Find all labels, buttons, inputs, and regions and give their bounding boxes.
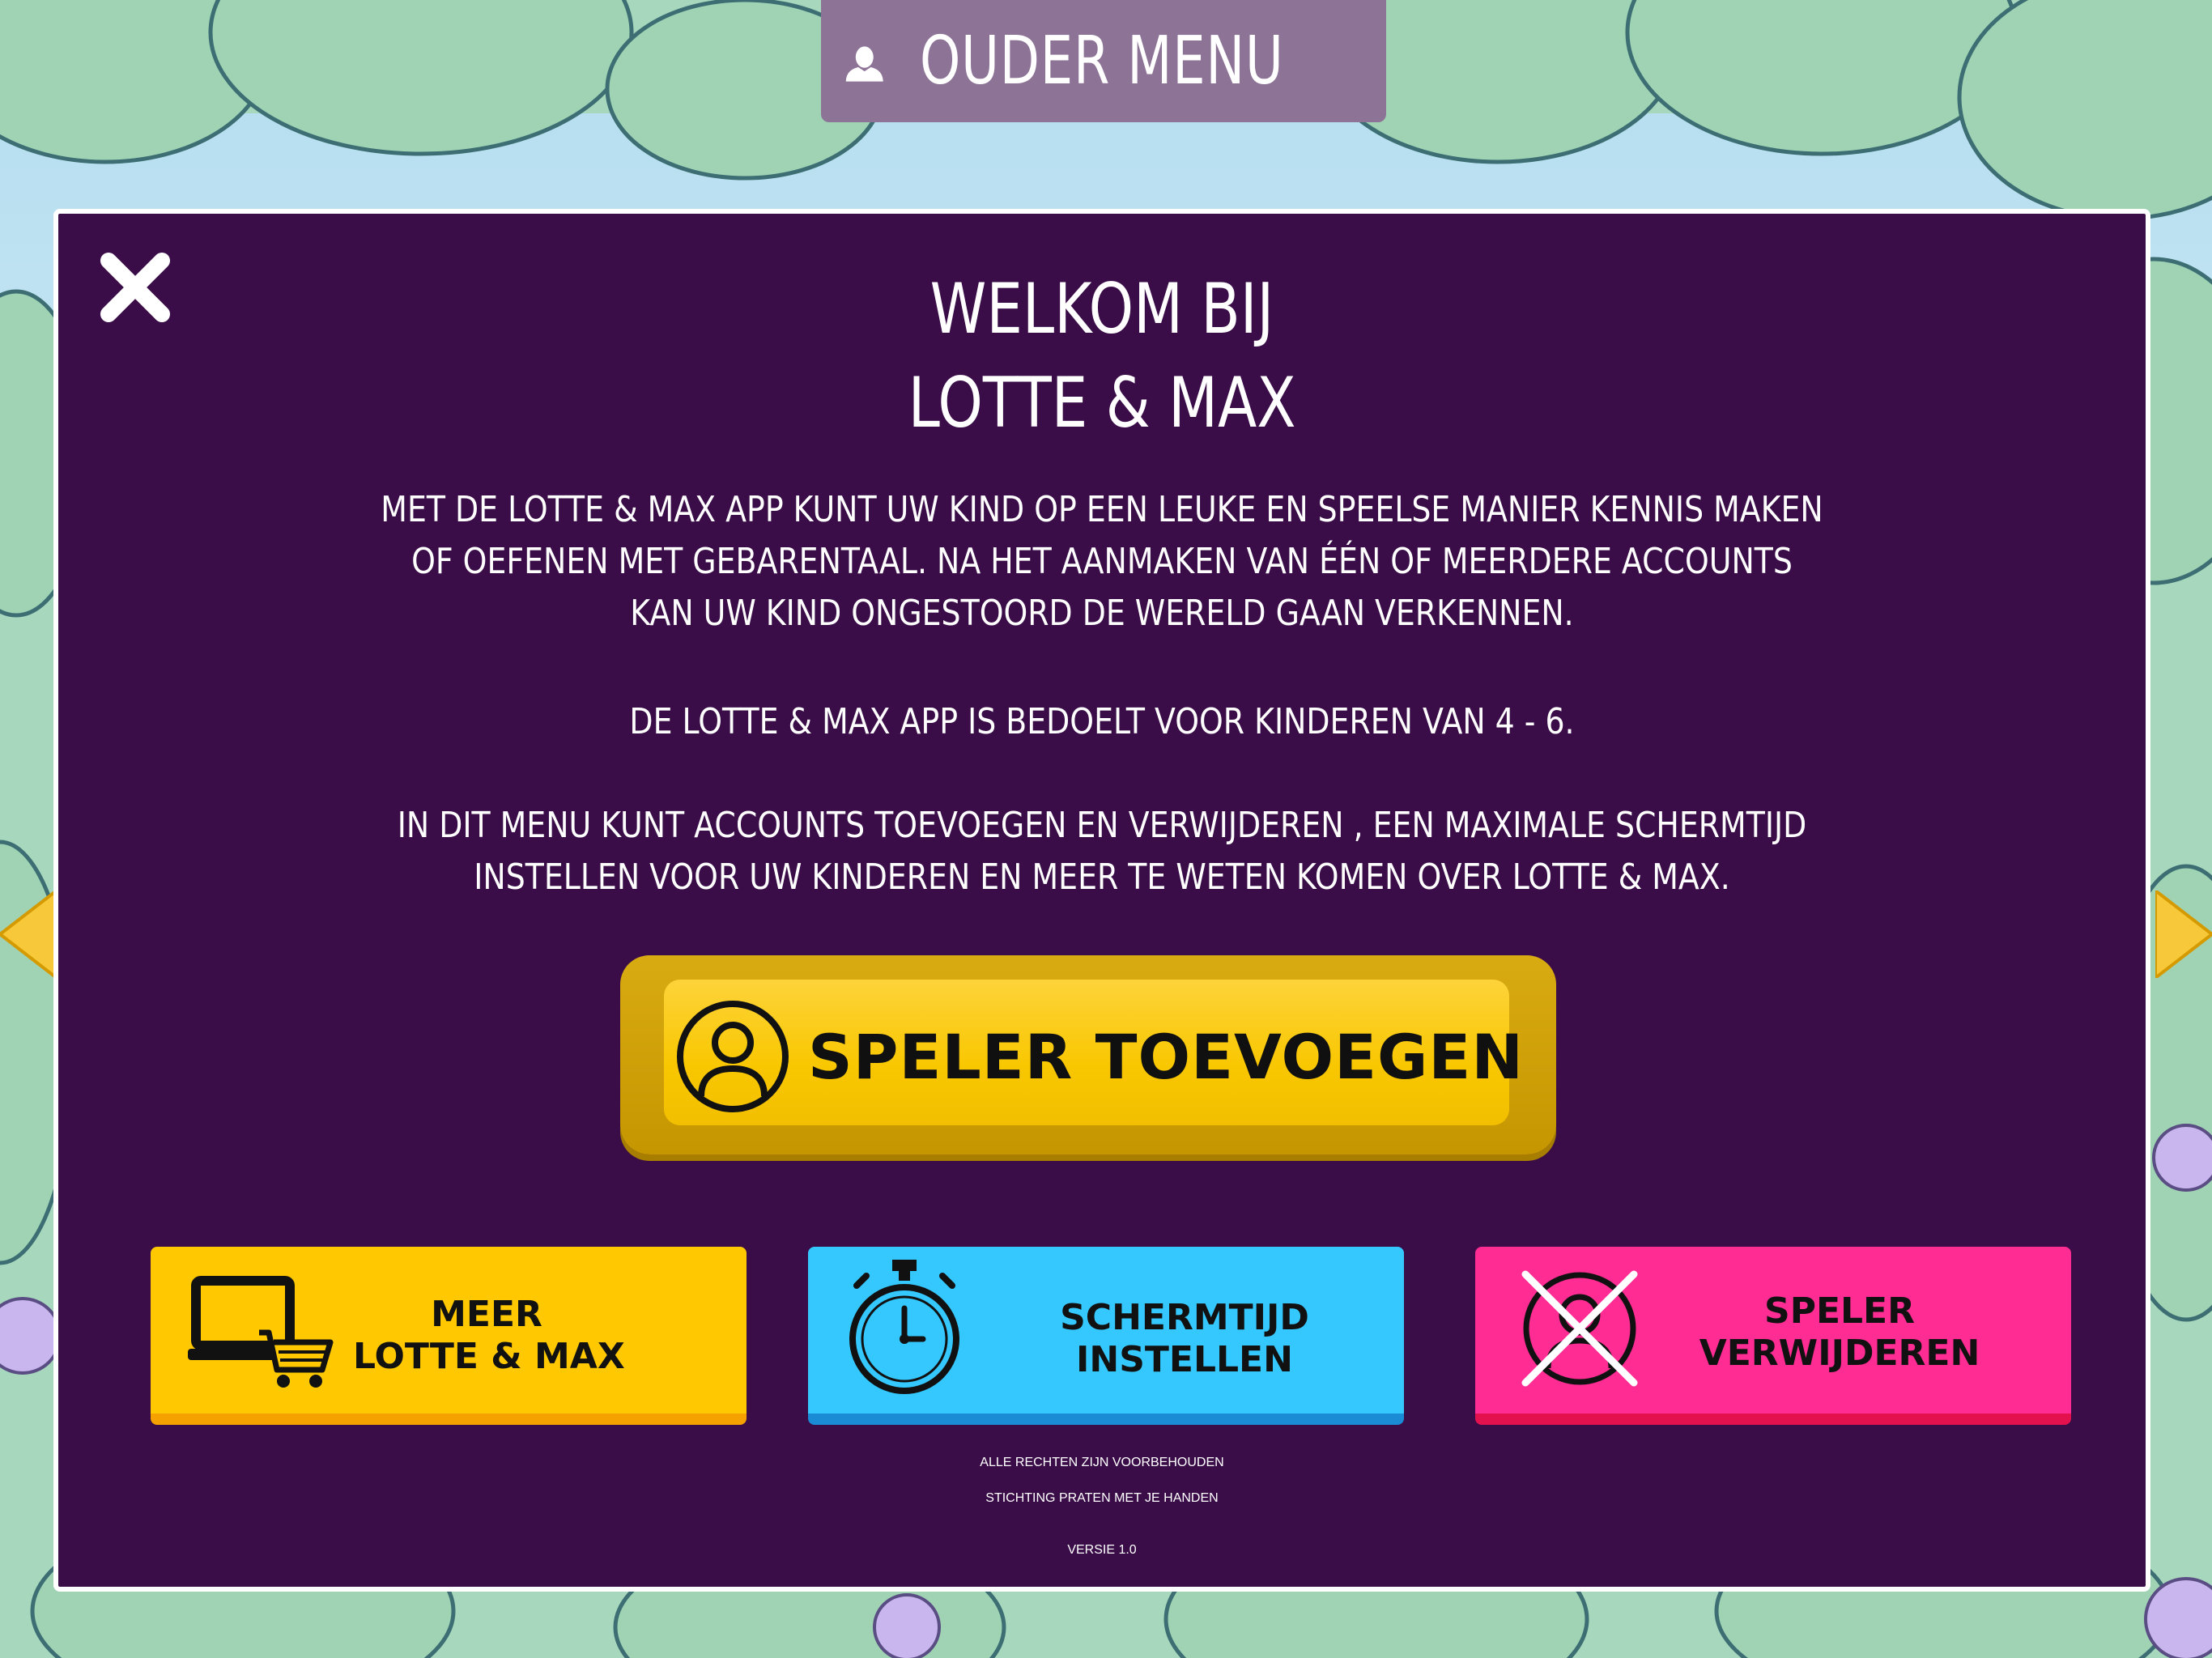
remove-label-line2: VERWIJDEREN [1699,1333,1980,1374]
add-player-button[interactable]: SPELER TOEVOEGEN [620,955,1556,1154]
remove-player-label: SPELER VERWIJDEREN [1653,1290,2026,1375]
screen-time-button[interactable]: SCHERMTIJD INSTELLEN [808,1247,1404,1425]
screen-time-label: SCHERMTIJD INSTELLEN [1019,1297,1351,1381]
parent-menu-tab[interactable]: OUDER MENU [821,0,1386,122]
age-paragraph: DE LOTTE & MAX APP IS BEDOELT VOOR KINDE… [58,696,2146,748]
menu-info-line: INSTELLEN VOOR UW KINDEREN EN MEER TE WE… [474,857,1730,898]
screen-time-label-line2: INSTELLEN [1076,1339,1293,1380]
version-text: VERSIE 1.0 [1067,1543,1137,1557]
remove-player-button[interactable]: SPELER VERWIJDEREN [1475,1247,2071,1425]
remove-label-line1: SPELER [1764,1290,1915,1332]
add-player-label: SPELER TOEVOEGEN [808,1021,1524,1093]
more-label-line2: LOTTE & MAX [353,1336,625,1377]
intro-line: MET DE LOTTE & MAX APP KUNT UW KIND OP E… [381,489,1823,530]
more-label-line1: MEER [431,1294,542,1335]
age-line: DE LOTTE & MAX APP IS BEDOELT VOOR KINDE… [629,701,1575,742]
laptop-cart-icon [188,1276,334,1388]
intro-paragraph: MET DE LOTTE & MAX APP KUNT UW KIND OP E… [58,484,2146,640]
next-arrow-icon[interactable] [2155,891,2212,978]
previous-arrow-icon[interactable] [0,891,57,978]
user-crossed-icon [1521,1270,1638,1387]
parent-menu-title: OUDER MENU [919,23,1284,100]
more-lotte-max-button[interactable]: MEER LOTTE & MAX [151,1247,747,1425]
intro-line: KAN UW KIND ONGESTOORD DE WERELD GAAN VE… [630,593,1574,634]
user-silhouette-icon [845,45,883,82]
user-circle-icon [677,1001,789,1112]
foundation-text: STICHTING PRATEN MET JE HANDEN [985,1491,1219,1505]
more-lotte-max-label: MEER LOTTE & MAX [353,1294,625,1378]
parent-menu-panel: WELKOM BIJ LOTTE & MAX MET DE LOTTE & MA… [53,209,2150,1592]
menu-info-line: IN DIT MENU KUNT ACCOUNTS TOEVOEGEN EN V… [397,805,1807,846]
menu-info-paragraph: IN DIT MENU KUNT ACCOUNTS TOEVOEGEN EN V… [58,800,2146,903]
rights-text: ALLE RECHTEN ZIJN VOORBEHOUDEN [980,1456,1224,1469]
screen-time-label-line1: SCHERMTIJD [1060,1297,1309,1338]
welcome-title-line2: LOTTE & MAX [908,363,1296,444]
intro-line: OF OEFENEN MET GEBARENTAAL. NA HET AANMA… [411,541,1793,582]
stopwatch-icon [849,1260,959,1394]
welcome-title-line1: WELKOM BIJ [929,269,1274,350]
